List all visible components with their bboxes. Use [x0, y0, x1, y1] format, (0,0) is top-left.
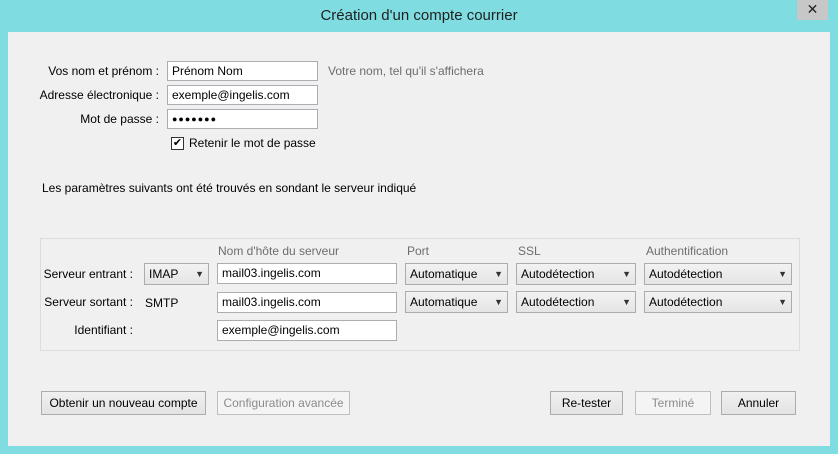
outgoing-server-label: Serveur sortant :	[44, 295, 133, 309]
email-label: Adresse électronique :	[39, 88, 159, 102]
incoming-auth-select[interactable]: Autodétection ▼	[644, 263, 792, 285]
info-text: Les paramètres suivants ont été trouvés …	[42, 181, 417, 195]
chevron-down-icon: ▼	[195, 269, 204, 279]
column-header-auth: Authentification	[646, 244, 729, 258]
close-icon: ✕	[806, 1, 819, 17]
identifier-field[interactable]: exemple@ingelis.com	[217, 320, 397, 341]
identifier-label: Identifiant :	[74, 323, 133, 337]
outgoing-ssl-select[interactable]: Autodétection ▼	[516, 291, 636, 313]
retest-button[interactable]: Re-tester	[550, 391, 623, 415]
done-button[interactable]: Terminé	[635, 391, 711, 415]
outgoing-auth-select[interactable]: Autodétection ▼	[644, 291, 792, 313]
get-new-account-button[interactable]: Obtenir un nouveau compte	[41, 391, 206, 415]
window-title: Création d'un compte courrier	[320, 7, 518, 24]
checkmark-icon: ✔	[172, 137, 183, 149]
advanced-config-button[interactable]: Configuration avancée	[217, 391, 350, 415]
email-field[interactable]: exemple@ingelis.com	[167, 85, 318, 105]
incoming-server-label: Serveur entrant :	[43, 267, 133, 281]
incoming-protocol-select[interactable]: IMAP ▼	[144, 263, 209, 285]
chevron-down-icon: ▼	[778, 269, 787, 279]
incoming-ssl-select[interactable]: Autodétection ▼	[516, 263, 636, 285]
close-button[interactable]: ✕	[797, 0, 828, 20]
chevron-down-icon: ▼	[494, 269, 503, 279]
column-header-port: Port	[407, 244, 430, 258]
outgoing-port-select[interactable]: Automatique ▼	[405, 291, 508, 313]
chevron-down-icon: ▼	[622, 269, 631, 279]
password-label: Mot de passe :	[80, 112, 159, 126]
incoming-port-select[interactable]: Automatique ▼	[405, 263, 508, 285]
outgoing-hostname-field[interactable]: mail03.ingelis.com	[217, 292, 397, 313]
name-hint: Votre nom, tel qu'il s'affichera	[328, 64, 484, 78]
name-label: Vos nom et prénom :	[48, 64, 159, 78]
column-header-ssl: SSL	[518, 244, 541, 258]
dialog-body: Vos nom et prénom : Prénom Nom Votre nom…	[8, 32, 830, 446]
chevron-down-icon: ▼	[778, 297, 787, 307]
password-field[interactable]: ●●●●●●●	[167, 109, 318, 129]
chevron-down-icon: ▼	[494, 297, 503, 307]
column-header-hostname: Nom d'hôte du serveur	[218, 244, 340, 258]
name-field[interactable]: Prénom Nom	[167, 61, 318, 81]
title-bar: Création d'un compte courrier ✕	[0, 0, 838, 32]
incoming-hostname-field[interactable]: mail03.ingelis.com	[217, 263, 397, 284]
cancel-button[interactable]: Annuler	[721, 391, 796, 415]
remember-password-checkbox[interactable]: ✔	[171, 137, 184, 150]
remember-password-label: Retenir le mot de passe	[189, 136, 316, 150]
chevron-down-icon: ▼	[622, 297, 631, 307]
outgoing-protocol: SMTP	[145, 296, 179, 310]
